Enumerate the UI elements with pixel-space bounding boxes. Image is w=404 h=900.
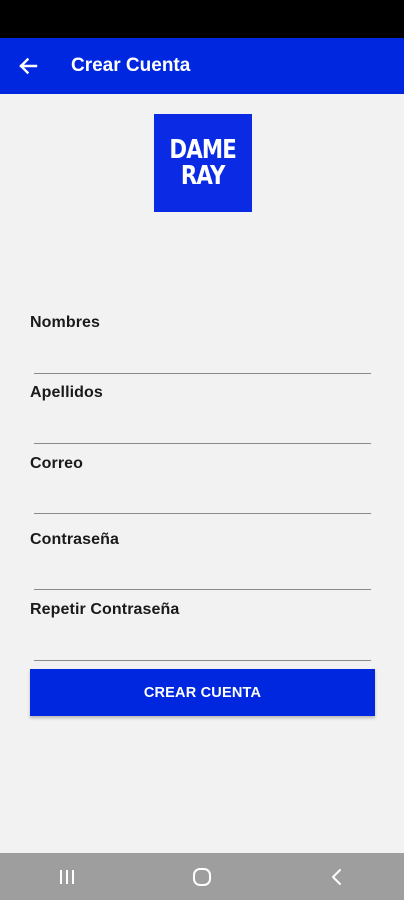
create-account-button[interactable]: CREAR CUENTA (30, 669, 375, 716)
password-label: Contraseña (30, 531, 120, 548)
create-account-form: DAME RAY Nombres Apellidos Correo Contra… (0, 94, 404, 853)
app-bar: Crear Cuenta (0, 38, 404, 94)
password-field: Contraseña (30, 531, 372, 590)
first-names-field: Nombres (30, 314, 372, 374)
first-names-label: Nombres (30, 314, 101, 331)
last-names-input[interactable] (34, 413, 371, 444)
recent-apps-button[interactable] (37, 857, 97, 897)
last-names-field: Apellidos (30, 384, 372, 444)
page-title: Crear Cuenta (71, 55, 191, 76)
first-names-input[interactable] (34, 343, 371, 374)
home-icon (192, 867, 211, 886)
nav-back-button[interactable] (307, 857, 367, 897)
system-nav-bar (0, 853, 404, 900)
home-button[interactable] (172, 857, 232, 897)
recent-apps-icon (60, 869, 75, 884)
email-label: Correo (30, 455, 84, 472)
arrow-back-icon (19, 57, 38, 75)
repeat-password-input[interactable] (34, 630, 371, 661)
logo-text-line-2: RAY (181, 161, 226, 191)
status-bar (0, 0, 404, 38)
last-names-label: Apellidos (30, 384, 103, 401)
repeat-password-field: Repetir Contraseña (30, 601, 372, 661)
repeat-password-label: Repetir Contraseña (30, 601, 180, 618)
logo-text-line-1: DAME (169, 135, 238, 165)
email-input[interactable] (34, 483, 371, 514)
chevron-left-icon (331, 868, 341, 885)
back-button[interactable] (0, 38, 56, 94)
password-input[interactable] (34, 559, 371, 590)
dame-ray-logo: DAME RAY (154, 114, 252, 212)
email-field: Correo (30, 455, 372, 514)
